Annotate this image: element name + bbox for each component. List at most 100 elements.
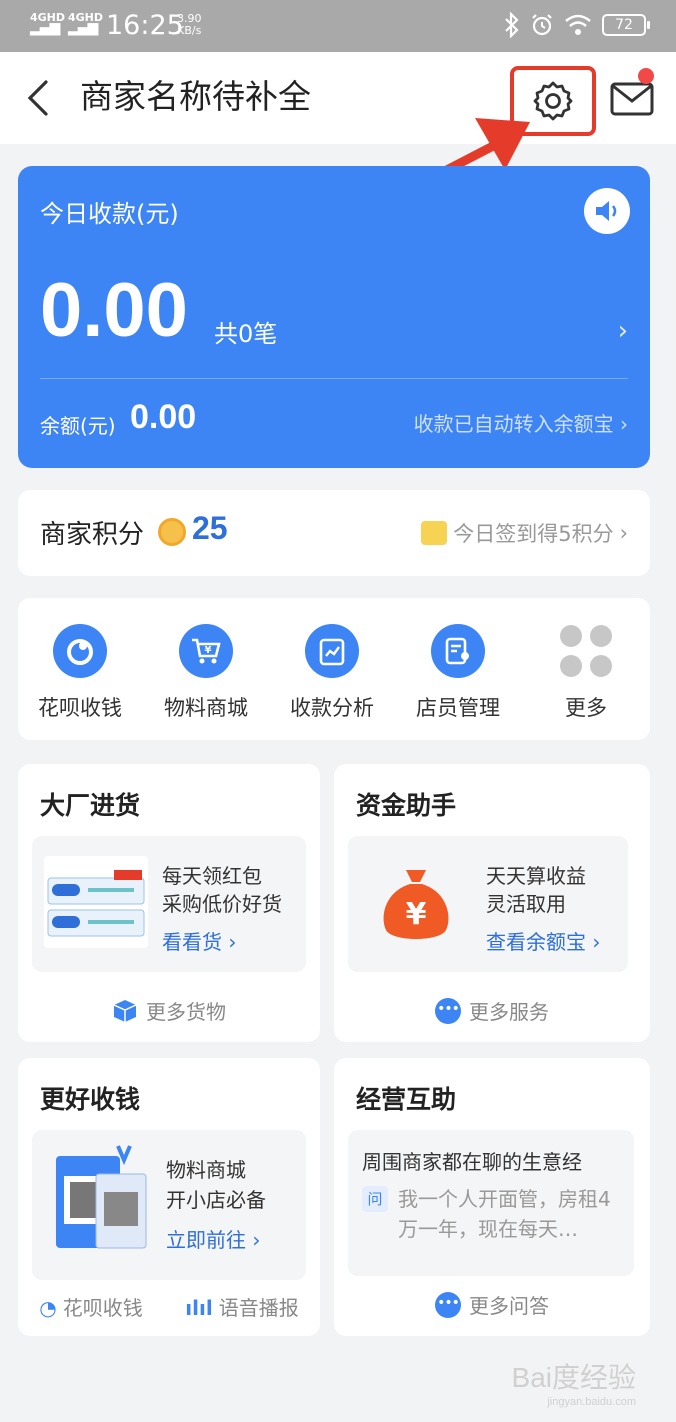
divider [40,378,628,379]
wholesale-line2: 采购低价好货 [162,892,282,916]
question-text: 我一个人开面管，房租4万一年，现在每天… [398,1187,611,1241]
auto-transfer-link[interactable]: 收款已自动转入余额宝 › [414,408,628,437]
daily-signin-link[interactable]: 今日签到得5积分 › [421,518,628,548]
finance-promo[interactable]: ¥ 天天算收益 灵活取用 查看余额宝 › [348,836,628,972]
dots-icon: ••• [435,997,461,1024]
qa-preview[interactable]: 周围商家都在聊的生意经 问 我一个人开面管，房租4万一年，现在每天… [348,1130,634,1276]
cube-icon [113,999,137,1022]
income-card[interactable]: 今日收款(元) 0.00 共0笔 › 余额(元) 0.00 收款已自动转入余额宝… [18,166,650,468]
clock: 16:25 [106,10,184,41]
chevron-right-icon: › [620,412,628,436]
chevron-right-icon[interactable]: › [618,316,628,346]
collect-link-text: 立即前往 [166,1228,246,1252]
voice-broadcast-text: 语音播报 [218,1296,299,1320]
calendar-icon [421,521,448,545]
more-qa-link[interactable]: ••• 更多问答 [334,1290,650,1319]
transaction-count: 共0笔 [214,320,278,348]
qr-stand-image [56,1145,147,1249]
collect-link[interactable]: 立即前往 › [166,1224,260,1253]
status-icons: 72 [504,12,650,38]
chevron-right-icon: › [619,521,628,545]
chart-icon [305,624,359,678]
collect-card[interactable]: 更好收钱 物料商城 开小店必备 立即前往 › ◔ 花呗收钱 ılıl 语音播报 [18,1058,320,1336]
auto-transfer-text: 收款已自动转入余额宝 [413,412,614,436]
svg-text:¥: ¥ [205,645,212,656]
message-button[interactable] [608,68,656,122]
voice-broadcast-link[interactable]: ılıl 语音播报 [185,1292,298,1321]
question-badge: 问 [362,1186,388,1212]
alarm-icon [532,14,552,36]
quick-more-label: 更多 [565,696,607,720]
collect-promo[interactable]: 物料商城 开小店必备 立即前往 › [32,1130,306,1280]
points-label: 商家积分 [40,520,145,550]
quick-staff-management-label: 店员管理 [416,696,500,720]
goods-image [44,856,148,948]
coin-icon [158,518,186,546]
finance-line1: 天天算收益 [486,864,586,888]
today-amount: 0.00 [40,268,188,353]
quick-staff-management[interactable]: 店员管理 [398,624,518,722]
mutual-title: 经营互助 [356,1085,457,1114]
collect-title: 更好收钱 [40,1085,141,1114]
wholesale-link-text: 看看货 [162,930,222,954]
collect-line2: 开小店必备 [166,1188,266,1212]
signal-2: 4GHD ▂▄▆ [68,11,104,36]
huabei-collect-link[interactable]: ◔ 花呗收钱 [39,1292,142,1321]
more-grid-icon [559,624,613,678]
wholesale-link[interactable]: 看看货 › [162,926,236,955]
watermark: Bai度经验 jingyan.baidu.com [512,1356,636,1408]
wholesale-line1: 每天领红包 [162,864,262,888]
watermark-url: jingyan.baidu.com [547,1396,636,1408]
signal-1: 4GHD ▂▄▆ [30,11,66,36]
sound-wave-icon: ılıl [185,1296,213,1320]
cart-icon: ¥ [179,624,233,678]
qa-heading: 周围商家都在聊的生意经 [362,1150,582,1174]
voice-broadcast-button[interactable] [584,188,630,234]
status-bar: 4GHD ▂▄▆ 4GHD ▂▄▆ 16:25 3.90 KB/s 72 [0,0,676,52]
quick-huabei[interactable]: 花呗收钱 [20,624,140,722]
quick-actions: 花呗收钱 ¥ 物料商城 收款分析 店员管理 更多 [18,598,650,740]
huabei-small-icon: ◔ [39,1296,57,1320]
quick-income-analysis-label: 收款分析 [290,696,374,720]
today-income-label: 今日收款(元) [40,200,179,228]
points-value: 25 [192,510,228,546]
merchant-points-card[interactable]: 商家积分 25 今日签到得5积分 › [18,490,650,576]
mutual-help-card[interactable]: 经营互助 周围商家都在聊的生意经 问 我一个人开面管，房租4万一年，现在每天… … [334,1058,650,1336]
quick-more[interactable]: 更多 [526,624,646,722]
balance-label: 余额(元) [40,414,116,438]
finance-link[interactable]: 查看余额宝 › [486,926,600,955]
huabei-icon [53,624,107,678]
quick-income-analysis[interactable]: 收款分析 [272,624,392,722]
speed-unit: KB/s [177,24,202,37]
speaker-icon [596,201,617,221]
staff-icon [431,624,485,678]
finance-card[interactable]: 资金助手 ¥ 天天算收益 灵活取用 查看余额宝 › ••• 更多服务 [334,764,650,1042]
quick-material-mall-label: 物料商城 [164,696,248,720]
wifi-icon [565,14,591,35]
bluetooth-icon [505,12,519,38]
more-goods-text: 更多货物 [146,1000,226,1024]
more-services-link[interactable]: ••• 更多服务 [334,996,650,1025]
more-goods-link[interactable]: 更多货物 [18,996,320,1025]
dots-icon: ••• [435,1291,461,1318]
unread-dot [638,68,654,84]
finance-link-text: 查看余额宝 [486,930,586,954]
network-speed: 3.90 KB/s [177,13,202,37]
watermark-brand: Bai度经验 [511,1362,636,1393]
gear-icon [533,81,573,121]
quick-huabei-label: 花呗收钱 [38,696,122,720]
wholesale-promo[interactable]: 每天领红包 采购低价好货 看看货 › [32,836,306,972]
wholesale-card[interactable]: 大厂进货 每天领红包 采购低价好货 看看货 › 更多货物 [18,764,320,1042]
more-services-text: 更多服务 [469,1000,549,1024]
more-qa-text: 更多问答 [469,1294,549,1318]
finance-title: 资金助手 [356,791,457,820]
app-header: 商家名称待补全 [0,52,676,144]
huabei-collect-text: 花呗收钱 [62,1296,143,1320]
signin-text: 今日签到得5积分 [453,522,614,546]
svg-text:¥: ¥ [406,897,427,932]
collect-line1: 物料商城 [166,1158,246,1182]
battery-indicator: 72 [602,14,650,36]
back-arrow-icon[interactable] [20,78,60,118]
quick-material-mall[interactable]: ¥ 物料商城 [146,624,266,722]
finance-line2: 灵活取用 [486,892,566,916]
